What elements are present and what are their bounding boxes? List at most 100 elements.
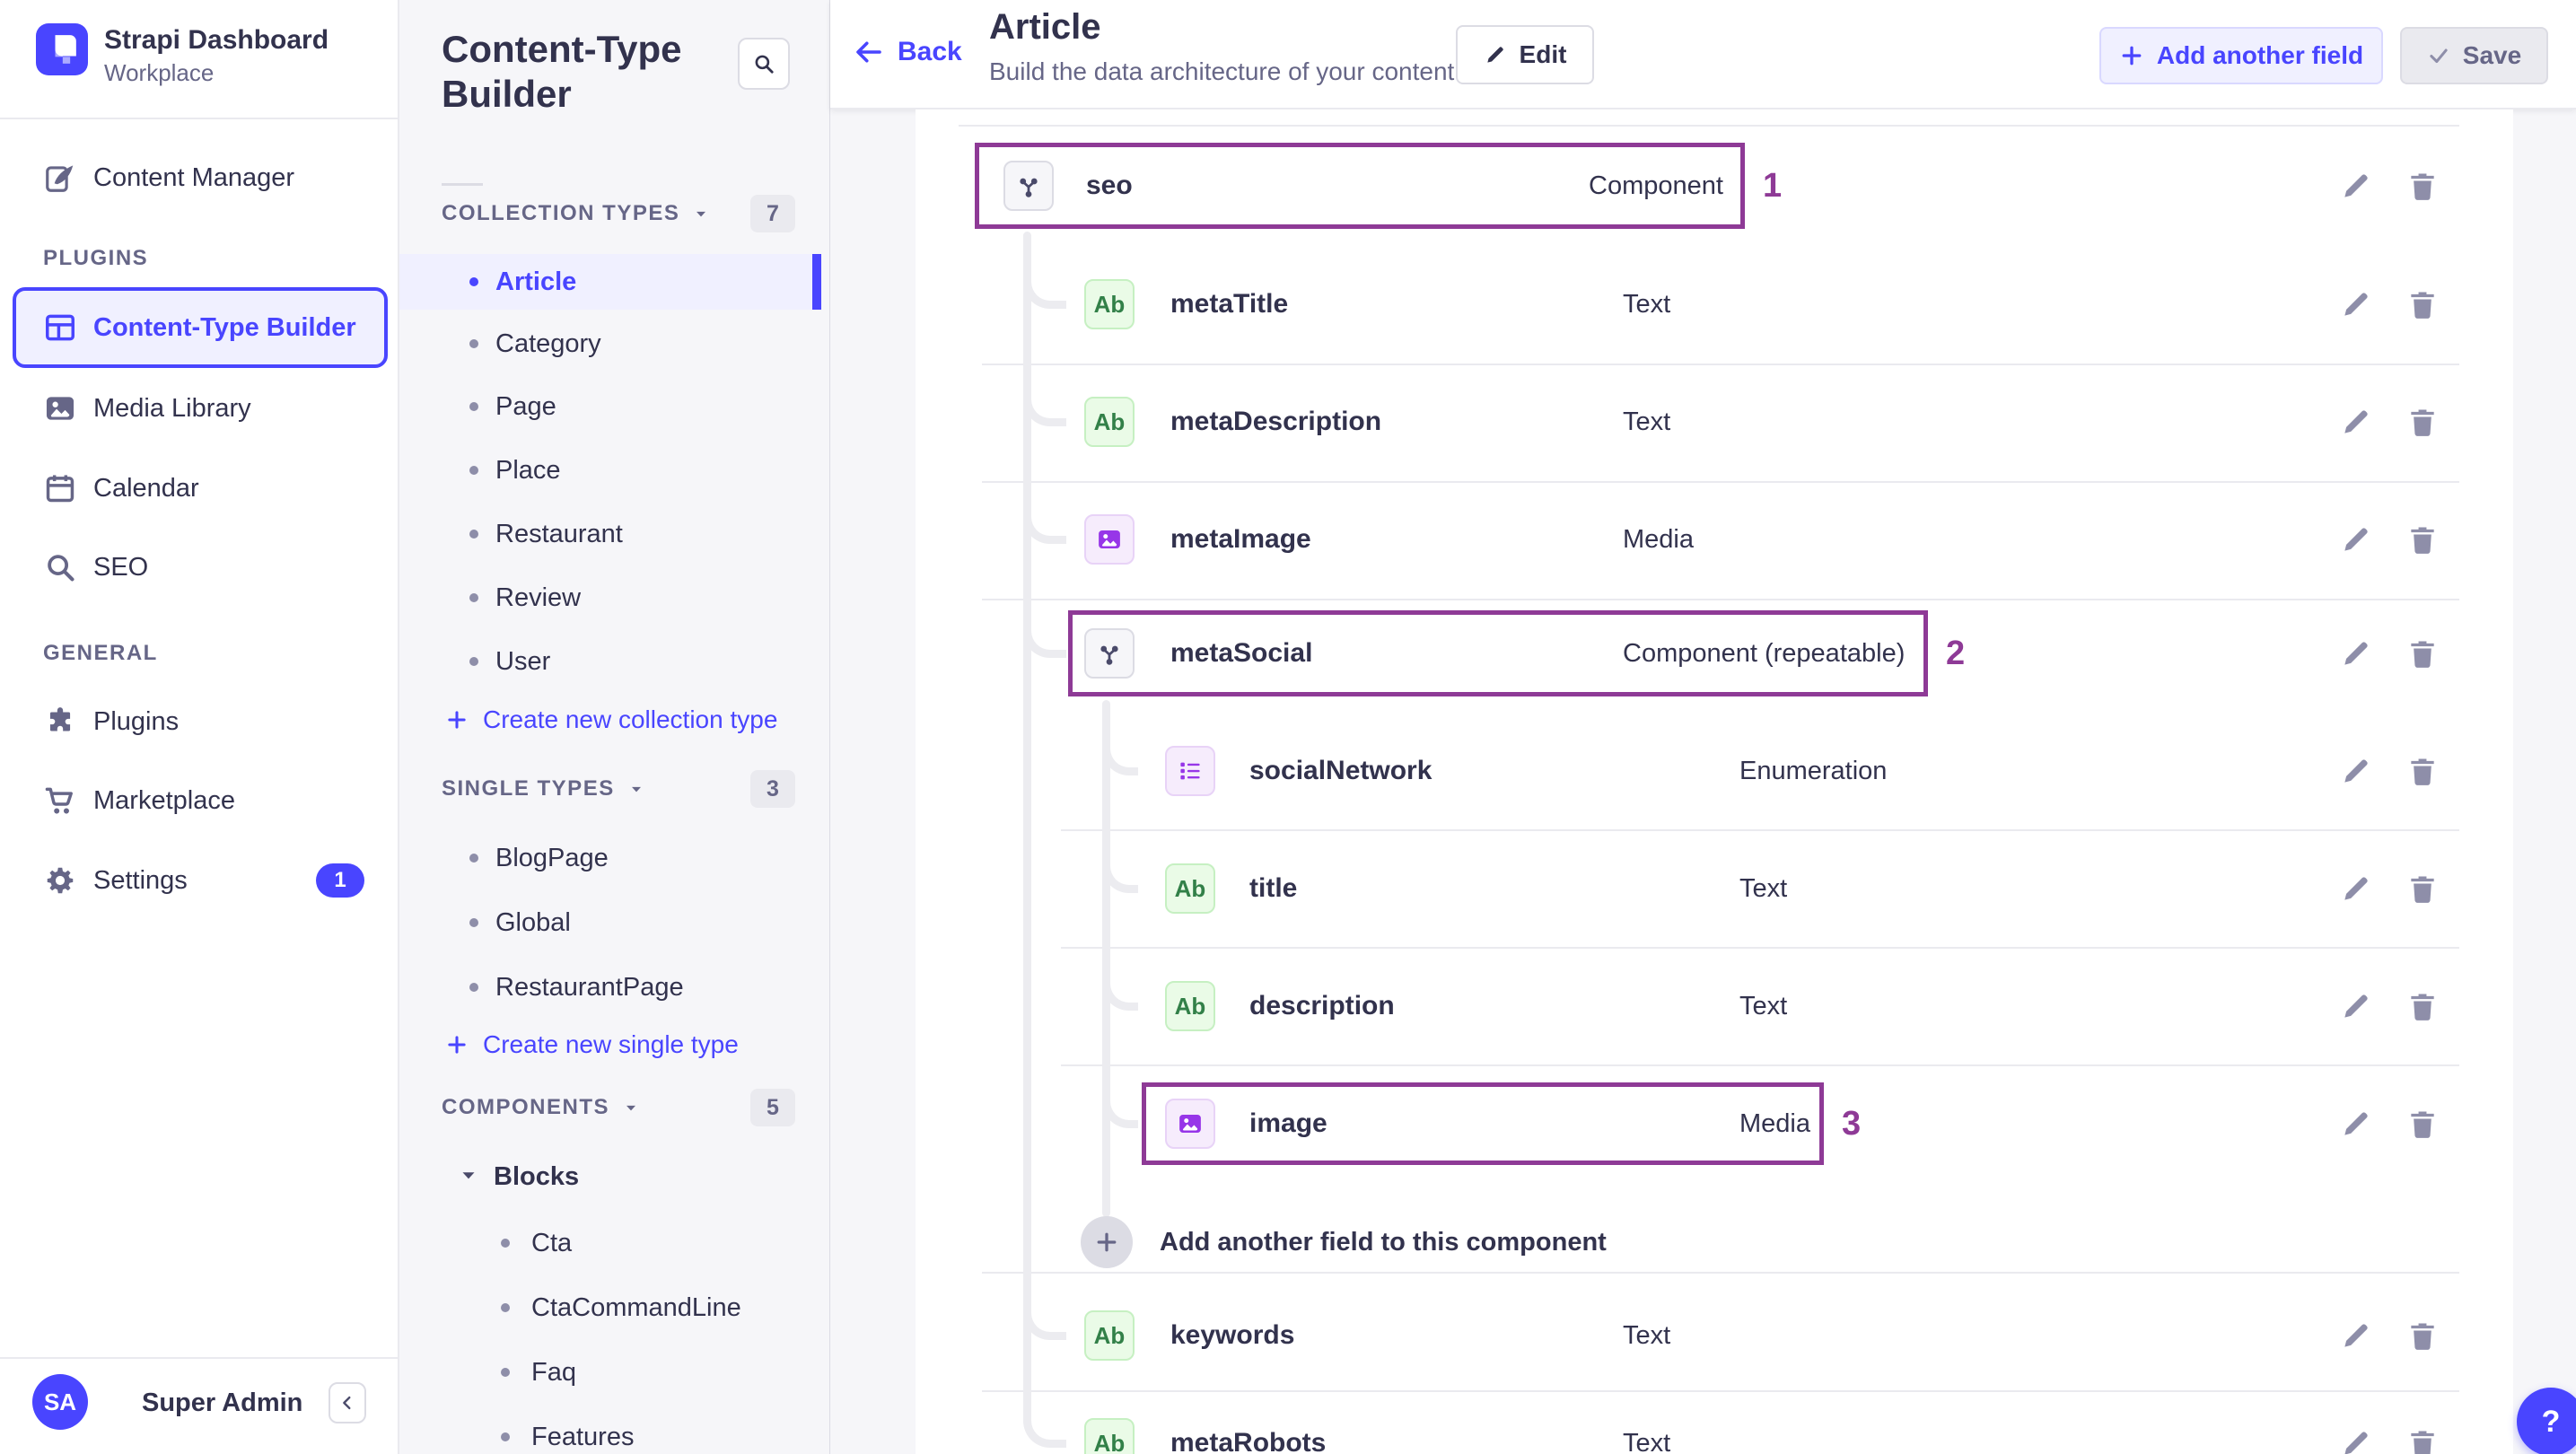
row-divider (982, 481, 2459, 483)
panel-item-category[interactable]: Category (495, 326, 601, 362)
feather-icon (43, 161, 77, 195)
panel-item-place[interactable]: Place (495, 452, 561, 488)
panel-item-blogpage[interactable]: BlogPage (495, 840, 609, 876)
delete-field-button[interactable] (2405, 1318, 2440, 1353)
group-label: Blocks (494, 1162, 580, 1191)
row-divider (1061, 829, 2459, 831)
delete-field-button[interactable] (2405, 754, 2440, 788)
text-field-icon: Ab (1165, 981, 1215, 1031)
enumeration-field-icon (1165, 746, 1215, 796)
bullet-icon (501, 1368, 510, 1377)
delete-field-button[interactable] (2405, 989, 2440, 1023)
pencil-icon (1484, 43, 1507, 66)
single-types-count: 3 (750, 770, 795, 808)
field-name: description (1249, 991, 1395, 1020)
sidebar-section-general: GENERAL (43, 641, 158, 665)
panel-item-article[interactable]: Article (495, 264, 576, 300)
edit-field-button[interactable] (2339, 169, 2373, 203)
row-divider (982, 599, 2459, 600)
field-name: metaTitle (1170, 289, 1289, 319)
panel-item-global[interactable]: Global (495, 905, 571, 941)
plus-circle-icon (1081, 1216, 1133, 1268)
edit-field-button[interactable] (2339, 636, 2373, 670)
create-link-label: Create new single type (483, 1030, 739, 1058)
panel-item-review[interactable]: Review (495, 580, 581, 616)
delete-field-button[interactable] (2405, 636, 2440, 670)
edit-field-button[interactable] (2339, 522, 2373, 556)
edit-button[interactable]: Edit (1456, 25, 1594, 84)
single-types-header[interactable]: SINGLE TYPES (442, 774, 645, 804)
field-type: Text (1739, 992, 1788, 1020)
bullet-icon (469, 854, 478, 863)
edit-field-button[interactable] (2339, 1318, 2373, 1353)
bullet-icon (501, 1432, 510, 1441)
page-title: Article (989, 7, 1101, 47)
bullet-icon (469, 918, 478, 927)
main-sidebar: Strapi Dashboard Workplace Content Manag… (0, 0, 399, 1454)
field-name: metaDescription (1170, 407, 1382, 436)
panel-item-ctacommandline[interactable]: CtaCommandLine (531, 1290, 741, 1326)
back-link[interactable]: Back (853, 36, 962, 68)
chevron-down-icon (622, 1099, 640, 1117)
create-single-type-link[interactable]: Create new single type (445, 1030, 739, 1059)
sidebar-section-plugins: PLUGINS (43, 246, 149, 270)
add-field-to-component-label: Add another field to this component (1160, 1228, 1607, 1257)
delete-field-button[interactable] (2405, 169, 2440, 203)
row-divider (982, 364, 2459, 365)
row-divider (982, 1390, 2459, 1392)
field-type: Text (1623, 1429, 1671, 1454)
annotation-box-3 (1142, 1082, 1824, 1165)
annotation-box-2 (1068, 610, 1928, 696)
text-field-icon: Ab (1165, 863, 1215, 914)
components-header[interactable]: COMPONENTS (442, 1092, 640, 1123)
content-type-builder-panel: Content-Type Builder COLLECTION TYPES 7 … (399, 0, 830, 1454)
collection-types-header[interactable]: COLLECTION TYPES (442, 198, 710, 229)
panel-item-article-highlight[interactable] (399, 254, 812, 310)
delete-field-button[interactable] (2405, 1107, 2440, 1141)
edit-field-button[interactable] (2339, 405, 2373, 439)
panel-item-page[interactable]: Page (495, 389, 556, 425)
strapi-logo[interactable] (36, 23, 88, 75)
components-count: 5 (750, 1089, 795, 1126)
delete-field-button[interactable] (2405, 287, 2440, 321)
edit-field-button[interactable] (2339, 754, 2373, 788)
panel-item-restaurant[interactable]: Restaurant (495, 516, 623, 552)
panel-item-restaurantpage[interactable]: RestaurantPage (495, 969, 684, 1005)
panel-item-cta[interactable]: Cta (531, 1225, 572, 1261)
save-label: Save (2462, 41, 2522, 69)
field-type: Media (1623, 525, 1694, 554)
settings-notification-badge: 1 (316, 863, 364, 898)
panel-item-user[interactable]: User (495, 644, 550, 679)
help-button[interactable]: ? (2517, 1388, 2576, 1454)
save-button[interactable]: Save (2400, 27, 2548, 84)
panel-divider (442, 183, 483, 186)
annotation-number-2: 2 (1946, 635, 1966, 672)
delete-field-button[interactable] (2405, 405, 2440, 439)
panel-item-features[interactable]: Features (531, 1419, 634, 1454)
caret-down-icon (457, 1163, 480, 1187)
panel-item-faq[interactable]: Faq (531, 1354, 576, 1390)
edit-field-button[interactable] (2339, 1107, 2373, 1141)
workspace-subtitle: Workplace (104, 59, 215, 86)
image-icon (43, 391, 77, 425)
user-avatar[interactable]: SA (32, 1374, 88, 1430)
sidebar-item-label: Plugins (93, 707, 180, 736)
delete-field-button[interactable] (2405, 522, 2440, 556)
bullet-icon (469, 983, 478, 992)
edit-field-button[interactable] (2339, 872, 2373, 906)
sidebar-item-label: Calendar (93, 474, 199, 503)
text-field-icon: Ab (1084, 397, 1135, 447)
annotation-number-1: 1 (1763, 167, 1783, 205)
search-content-types-button[interactable] (738, 38, 790, 90)
row-divider (982, 1272, 2459, 1274)
delete-field-button[interactable] (2405, 1426, 2440, 1454)
delete-field-button[interactable] (2405, 872, 2440, 906)
add-another-field-button[interactable]: Add another field (2099, 27, 2383, 84)
edit-field-button[interactable] (2339, 1426, 2373, 1454)
cart-icon (43, 784, 77, 818)
edit-field-button[interactable] (2339, 287, 2373, 321)
field-type: Text (1623, 1321, 1671, 1350)
create-collection-type-link[interactable]: Create new collection type (445, 705, 777, 734)
collapse-sidebar-button[interactable] (329, 1382, 366, 1423)
edit-field-button[interactable] (2339, 989, 2373, 1023)
